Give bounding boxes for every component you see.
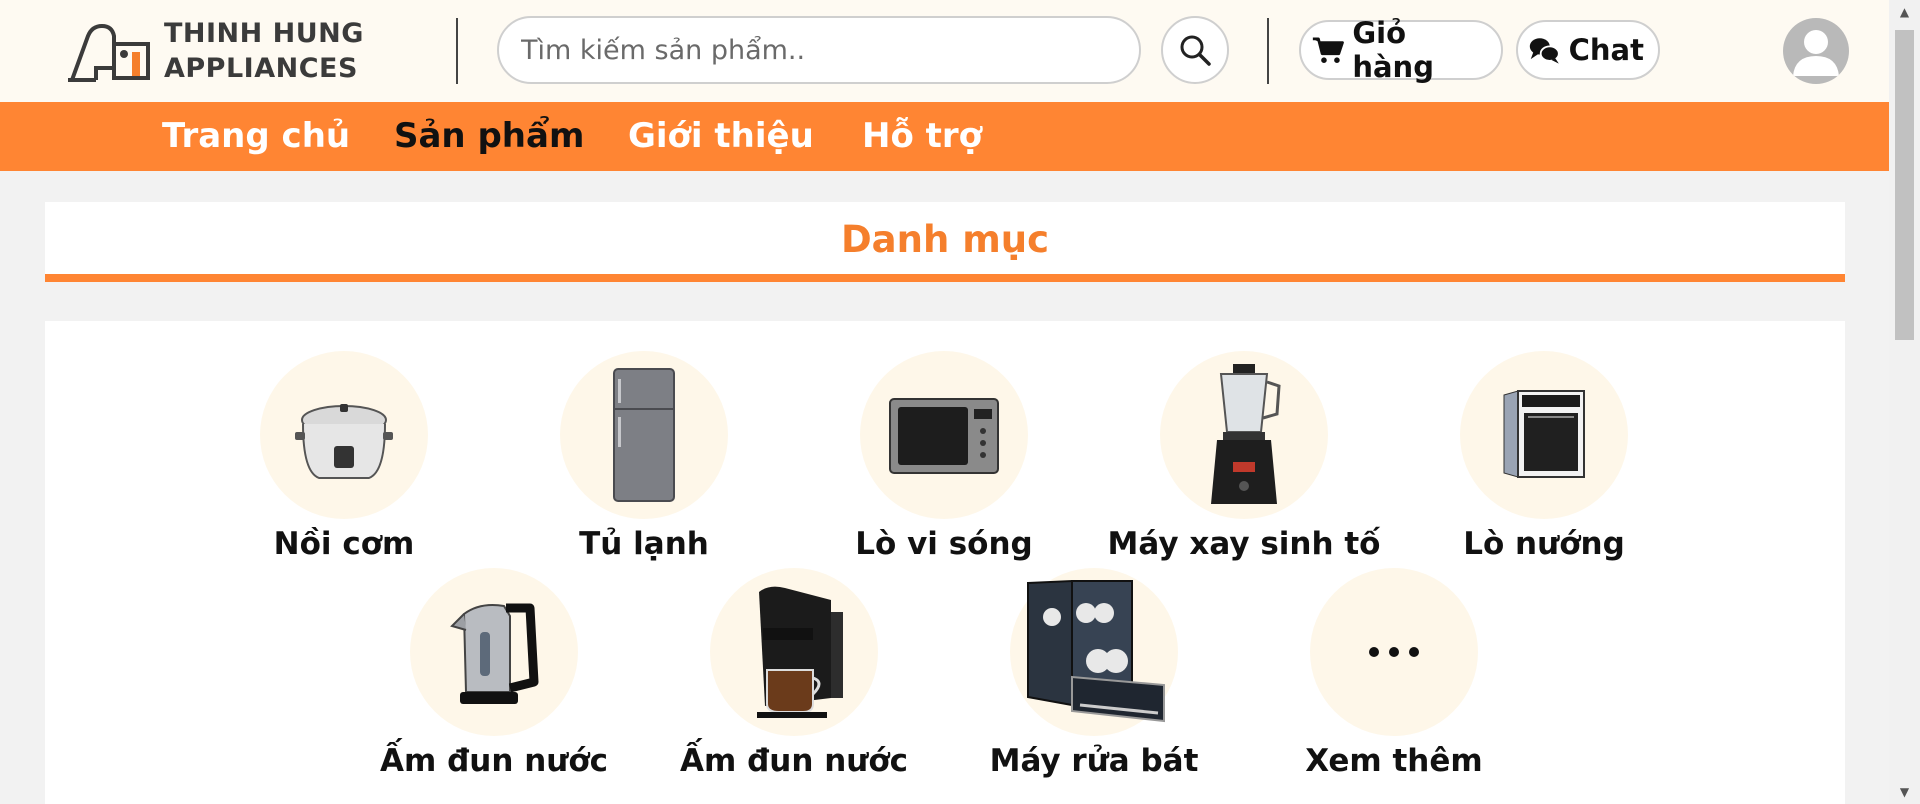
category-title: Danh mục [840,218,1050,261]
oven-icon [1503,390,1585,478]
chat-bubbles-icon [1529,38,1560,64]
brand-logo[interactable]: THINH HUNG APPLIANCES [66,16,364,86]
search-icon [1180,35,1211,66]
shopping-cart-icon [1312,37,1344,63]
blender-icon [1211,364,1281,504]
brand-line-1: THINH HUNG [164,18,364,49]
nav-products[interactable]: Sản phẩm [394,102,584,171]
dishwasher-icon [1027,579,1165,723]
main-nav: Trang chủ Sản phẩm Giới thiệu Hỗ trợ [0,102,1889,171]
vacuum-logo-icon [68,23,150,82]
kettle-icon [450,603,539,704]
category-label: Lò nướng [1463,526,1625,562]
nav-about[interactable]: Giới thiệu [628,102,814,171]
coffee-machine-icon [757,586,843,718]
nav-home[interactable]: Trang chủ [162,102,350,171]
header-divider [456,18,458,84]
category-panel: Nồi cơm Tủ lạnh Lò vi sóng Máy xay sinh … [45,321,1845,804]
search-button[interactable] [1161,16,1229,84]
brand-line-2: APPLIANCES [164,53,358,84]
scrollbar-thumb[interactable] [1895,30,1914,340]
search-bar[interactable] [497,16,1141,84]
top-header: THINH HUNG APPLIANCES Giỏ hàng Chat [0,0,1889,102]
more-dots-icon [1369,647,1419,657]
page-scrollbar[interactable]: ▲ ▼ [1889,0,1920,804]
category-label: Máy rửa bát [989,743,1199,779]
cart-label: Giỏ hàng [1352,16,1434,84]
scroll-up-arrow-icon[interactable]: ▲ [1889,0,1920,24]
category-label: Tủ lạnh [579,526,709,562]
category-label: Lò vi sóng [855,526,1033,562]
scroll-down-arrow-icon[interactable]: ▼ [1889,780,1920,804]
header-divider [1267,18,1269,84]
microwave-icon [889,398,999,474]
chat-label: Chat [1568,33,1644,67]
user-icon [1793,30,1839,76]
rice-cooker-icon [295,404,393,479]
category-label: Ấm đun nước [379,743,609,779]
refrigerator-icon [613,368,675,502]
nav-support[interactable]: Hỗ trợ [862,102,982,171]
cart-button[interactable]: Giỏ hàng [1299,16,1503,84]
search-input[interactable] [521,34,1121,66]
category-label: Ấm đun nước [679,743,909,779]
category-label: Nồi cơm [273,526,415,562]
category-header: Danh mục [45,202,1845,282]
category-label: Máy xay sinh tố [1107,526,1381,562]
brand-name: THINH HUNG APPLIANCES [164,16,364,86]
category-label: Xem thêm [1305,743,1483,779]
user-avatar[interactable] [1783,18,1849,84]
chat-button[interactable]: Chat [1516,20,1660,80]
